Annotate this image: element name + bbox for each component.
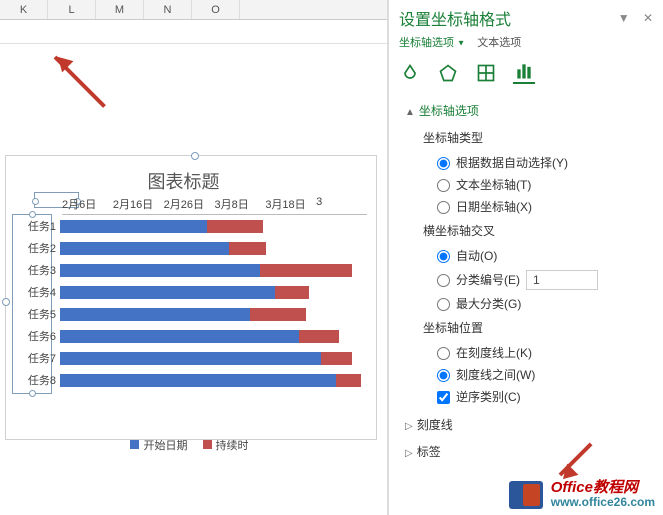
table-row: 任务6 xyxy=(18,325,367,347)
table-row: 任务5 xyxy=(18,303,367,325)
table-row: 任务1 xyxy=(18,215,367,237)
table-row: 任务2 xyxy=(18,237,367,259)
radio-category-num[interactable]: 分类编号(E) xyxy=(423,267,653,293)
chart-legend[interactable]: 开始日期 持续时 xyxy=(0,437,367,453)
table-row: 任务4 xyxy=(18,281,367,303)
legend-label: 持续时 xyxy=(216,440,249,452)
group-axis-type: 坐标轴类型 xyxy=(423,129,653,146)
pane-title: 设置坐标轴格式 xyxy=(399,6,511,30)
col-header-l[interactable]: L xyxy=(48,0,96,19)
subtab-axis-options[interactable]: 坐标轴选项 xyxy=(399,37,454,49)
chart-title[interactable]: 图表标题 xyxy=(0,168,367,194)
chart-plot-area[interactable]: 任务1 任务2 任务3 任务4 任务5 任务6 任务7 任务8 xyxy=(18,215,367,435)
format-axis-pane: 设置坐标轴格式 ▼ ✕ 坐标轴选项 ▼ 文本选项 ▲坐标轴选项 坐标轴类型 根据… xyxy=(388,0,663,515)
x-tick: 2月6日 xyxy=(62,196,113,215)
watermark-url: www.office26.com xyxy=(551,495,655,509)
subtab-text-options[interactable]: 文本选项 xyxy=(477,37,521,49)
section-labels[interactable]: ▷标签 xyxy=(399,437,653,464)
radio-date-axis[interactable]: 日期坐标轴(X) xyxy=(423,196,653,218)
column-headers: K L M N O xyxy=(0,0,387,20)
x-tick: 3月8日 xyxy=(214,196,265,215)
radio-max-category[interactable]: 最大分类(G) xyxy=(423,293,653,315)
worksheet-area[interactable]: K L M N O 图表标题 2月6日 2月16日 2月26日 3月8日 3月1… xyxy=(0,0,388,515)
watermark-logo-icon xyxy=(509,481,543,509)
radio-on-tick[interactable]: 在刻度线上(K) xyxy=(423,342,653,364)
table-row: 任务7 xyxy=(18,347,367,369)
group-axis-position: 坐标轴位置 xyxy=(423,319,653,336)
category-num-input[interactable] xyxy=(526,270,598,290)
col-header-o[interactable]: O xyxy=(192,0,240,19)
x-tick: 2月16日 xyxy=(113,196,164,215)
radio-auto-by-data[interactable]: 根据数据自动选择(Y) xyxy=(423,152,653,174)
radio-auto[interactable]: 自动(O) xyxy=(423,245,653,267)
section-axis-options[interactable]: ▲坐标轴选项 xyxy=(399,96,653,123)
fill-icon[interactable] xyxy=(399,62,421,84)
radio-text-axis[interactable]: 文本坐标轴(T) xyxy=(423,174,653,196)
col-header-n[interactable]: N xyxy=(144,0,192,19)
grid-row[interactable] xyxy=(0,20,387,44)
legend-swatch-red xyxy=(203,440,212,449)
radio-between-tick[interactable]: 刻度线之间(W) xyxy=(423,364,653,386)
watermark: Office教程网 www.office26.com xyxy=(509,480,655,509)
close-icon[interactable]: ✕ xyxy=(643,11,653,25)
x-axis[interactable]: 2月6日 2月16日 2月26日 3月8日 3月18日 3 xyxy=(62,196,367,215)
x-tick: 3月18日 xyxy=(265,196,316,215)
axis-icon[interactable] xyxy=(513,62,535,84)
effects-icon[interactable] xyxy=(437,62,459,84)
col-header-k[interactable]: K xyxy=(0,0,48,19)
watermark-text: 教程网 xyxy=(593,479,638,496)
watermark-text: Office xyxy=(551,479,593,496)
size-icon[interactable] xyxy=(475,62,497,84)
legend-label: 开始日期 xyxy=(143,440,187,452)
section-ticks[interactable]: ▷刻度线 xyxy=(399,410,653,437)
col-header-m[interactable]: M xyxy=(96,0,144,19)
x-tick: 3 xyxy=(316,196,367,215)
group-hcross: 横坐标轴交叉 xyxy=(423,222,653,239)
legend-swatch-blue xyxy=(130,440,139,449)
pane-dropdown-icon[interactable]: ▼ xyxy=(618,11,630,25)
x-tick: 2月26日 xyxy=(164,196,215,215)
check-reverse-categories[interactable]: 逆序类别(C) xyxy=(423,386,653,408)
table-row: 任务3 xyxy=(18,259,367,281)
table-row: 任务8 xyxy=(18,369,367,391)
